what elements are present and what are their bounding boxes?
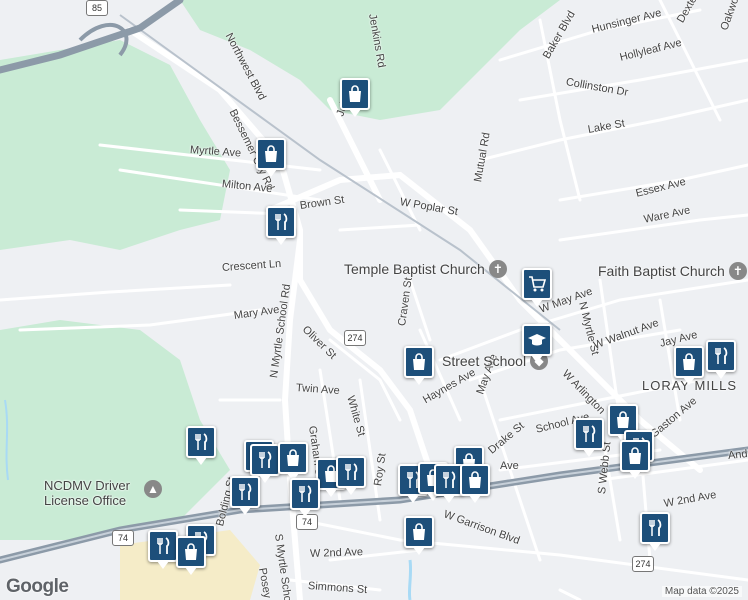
restaurant-icon (299, 485, 312, 502)
church-icon: ✝ (488, 260, 507, 278)
map-marker-restaurant[interactable] (250, 444, 280, 483)
map-marker-shopping[interactable] (404, 516, 434, 555)
shopping-bag-icon (683, 353, 695, 370)
shopping-bag-icon (469, 471, 481, 488)
highway-shield-nc274: 274 (632, 556, 654, 572)
map-marker-restaurant[interactable] (706, 340, 736, 379)
place-ncdmv[interactable]: NCDMV Driver License Office ▲ (44, 478, 162, 508)
creek (407, 559, 413, 600)
graduation-cap-icon (528, 334, 546, 346)
restaurant-icon (649, 519, 662, 536)
shopping-bag-icon (265, 145, 277, 162)
government-icon: ▲ (144, 480, 162, 498)
shopping-bag-icon (413, 523, 425, 540)
shopping-bag-icon (617, 411, 629, 428)
map-marker-shopping[interactable] (674, 346, 704, 385)
highway-shield-nc274: 274 (344, 330, 366, 346)
shopping-bag-icon (413, 353, 425, 370)
restaurant-icon (157, 537, 170, 554)
map-marker-restaurant[interactable] (640, 512, 670, 551)
map-marker-shopping[interactable] (460, 464, 490, 503)
restaurant-icon (259, 451, 272, 468)
google-logo: Google (6, 576, 69, 597)
shopping-bag-icon (287, 449, 299, 466)
map-marker-shopping[interactable] (404, 346, 434, 385)
map-marker-restaurant[interactable] (148, 530, 178, 569)
map-marker-grocery[interactable] (522, 268, 552, 307)
restaurant-icon (443, 471, 456, 488)
shopping-cart-icon (529, 276, 547, 292)
restaurant-icon (275, 213, 288, 230)
highway-shield-us74: 74 (112, 530, 134, 546)
church-icon: ✝ (728, 262, 747, 280)
dmv-label: NCDMV Driver License Office (44, 478, 130, 508)
map-marker-restaurant[interactable] (186, 426, 216, 465)
map-marker-restaurant[interactable] (230, 476, 260, 515)
map-marker-shopping[interactable] (340, 78, 370, 117)
map-marker-school[interactable] (522, 324, 552, 363)
street-label: W 2nd Ave (309, 546, 364, 560)
map-marker-restaurant[interactable] (266, 206, 296, 245)
street-label: Andr (727, 447, 748, 462)
shopping-bag-icon (185, 543, 197, 560)
church-label: Temple Baptist Church (344, 261, 485, 277)
church-label: Faith Baptist Church (598, 263, 725, 279)
place-faith-baptist-church[interactable]: Faith Baptist Church ✝ (598, 262, 747, 280)
map-marker-shopping[interactable] (620, 440, 650, 479)
map-attribution: Map data ©2025 (661, 586, 742, 597)
map-marker-restaurant[interactable] (574, 418, 604, 457)
street-label: Ave (500, 460, 519, 472)
highway-shield-i85: 85 (86, 0, 108, 16)
restaurant-icon (239, 483, 252, 500)
map-marker-restaurant[interactable] (336, 456, 366, 495)
map-base (0, 0, 748, 600)
restaurant-icon (583, 425, 596, 442)
restaurant-icon (345, 463, 358, 480)
restaurant-icon (195, 433, 208, 450)
map-marker-shopping[interactable] (176, 536, 206, 575)
map-marker-shopping[interactable] (256, 138, 286, 177)
shopping-bag-icon (349, 85, 361, 102)
restaurant-icon (715, 347, 728, 364)
map-marker-shopping[interactable] (278, 442, 308, 481)
map-marker-restaurant[interactable] (290, 478, 320, 517)
shopping-bag-icon (629, 447, 641, 464)
map-canvas[interactable]: Jenkins Rd Northwest Blvd Bessemer City … (0, 0, 748, 600)
place-temple-baptist-church[interactable]: Temple Baptist Church ✝ (344, 260, 507, 278)
school-label: Street School (442, 353, 527, 369)
